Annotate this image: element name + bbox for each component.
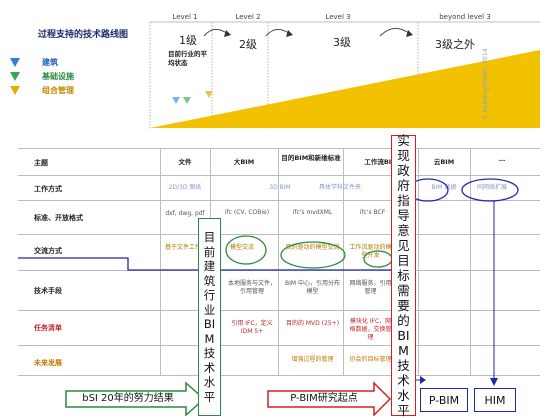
current-industry-level-box: 目前建筑行业BIM技术水平: [198, 218, 221, 416]
bsi-effort-label: bSI 20年的努力结果: [82, 393, 174, 404]
blue-oval-network-extension: [461, 178, 519, 202]
annotation-overlay: [18, 178, 519, 416]
him-box: HIM: [474, 388, 516, 412]
green-oval-purpose-exchange: [280, 241, 346, 269]
pbim-start-label: P-BIM研究起点: [290, 393, 358, 404]
green-oval-model-exchange: [225, 235, 267, 265]
government-target-level-box: 实现政府指导意见目标需要的BIM技术水平: [391, 133, 416, 418]
pbim-box: P-BIM: [420, 388, 468, 412]
green-oval-workflow-exchange: [363, 250, 393, 268]
